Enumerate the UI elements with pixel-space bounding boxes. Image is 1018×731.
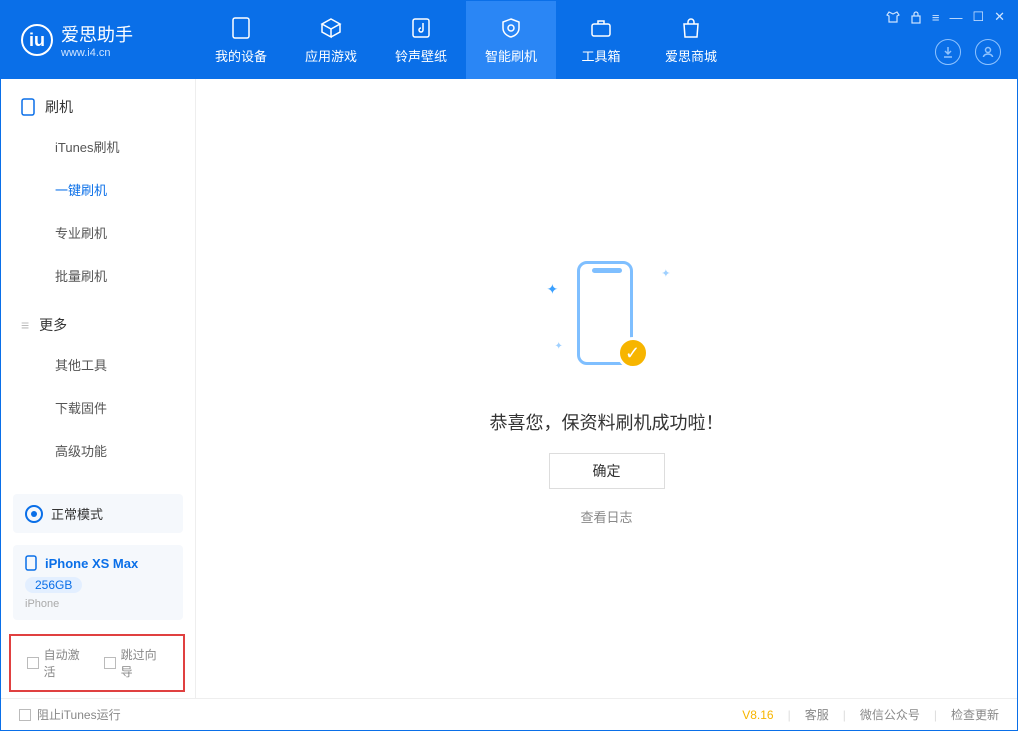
mode-icon bbox=[25, 505, 43, 523]
nav-label: 工具箱 bbox=[581, 46, 620, 65]
sidebar-item-advanced[interactable]: 高级功能 bbox=[1, 429, 195, 472]
ok-button[interactable]: 确定 bbox=[549, 453, 665, 489]
device-box[interactable]: iPhone XS Max 256GB iPhone bbox=[13, 545, 183, 620]
device-type: iPhone bbox=[25, 598, 171, 610]
sidebar-section-more: ≡ 更多 bbox=[1, 297, 195, 343]
sparkle-icon: ✦ bbox=[555, 341, 563, 352]
window-controls: ≡ — ☐ ✕ bbox=[886, 9, 1005, 25]
mode-label: 正常模式 bbox=[51, 504, 103, 523]
mode-box[interactable]: 正常模式 bbox=[13, 494, 183, 533]
device-icon bbox=[25, 555, 37, 571]
nav-label: 爱思商城 bbox=[665, 46, 717, 65]
app-window: iu 爱思助手 www.i4.cn 我的设备 应用游戏 铃声壁纸 智能刷机 bbox=[0, 0, 1018, 731]
checkbox-icon bbox=[27, 657, 39, 669]
sidebar-item-other-tools[interactable]: 其他工具 bbox=[1, 343, 195, 386]
minimize-button[interactable]: — bbox=[949, 10, 962, 25]
sparkle-icon: ✦ bbox=[661, 267, 670, 280]
sidebar-item-one-click-flash[interactable]: 一键刷机 bbox=[1, 168, 195, 211]
sidebar: 刷机 iTunes刷机 一键刷机 专业刷机 批量刷机 ≡ 更多 其他工具 下载固… bbox=[1, 79, 196, 698]
options-row: 自动激活 跳过向导 bbox=[9, 634, 185, 692]
body: 刷机 iTunes刷机 一键刷机 专业刷机 批量刷机 ≡ 更多 其他工具 下载固… bbox=[1, 79, 1017, 698]
maximize-button[interactable]: ☐ bbox=[972, 9, 984, 25]
checkbox-label: 自动激活 bbox=[44, 646, 90, 680]
shield-icon bbox=[499, 16, 523, 40]
device-icon bbox=[229, 16, 253, 40]
nav-ringtones[interactable]: 铃声壁纸 bbox=[376, 1, 466, 79]
menu-icon[interactable]: ≡ bbox=[932, 10, 940, 25]
close-button[interactable]: ✕ bbox=[994, 9, 1005, 25]
view-log-link[interactable]: 查看日志 bbox=[580, 507, 632, 526]
logo-icon: iu bbox=[21, 24, 53, 56]
toolbox-icon bbox=[589, 16, 613, 40]
nav-label: 应用游戏 bbox=[305, 46, 357, 65]
top-nav: 我的设备 应用游戏 铃声壁纸 智能刷机 工具箱 爱思商城 bbox=[196, 1, 736, 79]
wechat-link[interactable]: 微信公众号 bbox=[860, 706, 920, 723]
skip-guide-checkbox[interactable]: 跳过向导 bbox=[104, 646, 167, 680]
header: iu 爱思助手 www.i4.cn 我的设备 应用游戏 铃声壁纸 智能刷机 bbox=[1, 1, 1017, 79]
checkbox-icon bbox=[19, 709, 31, 721]
checkbox-label: 阻止iTunes运行 bbox=[37, 706, 121, 723]
separator: | bbox=[788, 708, 791, 722]
success-message: 恭喜您，保资料刷机成功啦！ bbox=[490, 409, 724, 435]
success-illustration: ✦ ✦ ✦ ✓ bbox=[537, 251, 677, 391]
nav-label: 我的设备 bbox=[215, 46, 267, 65]
app-url: www.i4.cn bbox=[61, 47, 133, 59]
nav-smart-flash[interactable]: 智能刷机 bbox=[466, 1, 556, 79]
footer-right: V8.16 | 客服 | 微信公众号 | 检查更新 bbox=[742, 706, 999, 723]
main-content: ✦ ✦ ✦ ✓ 恭喜您，保资料刷机成功啦！ 确定 查看日志 bbox=[196, 79, 1017, 698]
nav-apps-games[interactable]: 应用游戏 bbox=[286, 1, 376, 79]
sidebar-item-pro-flash[interactable]: 专业刷机 bbox=[1, 211, 195, 254]
music-icon bbox=[409, 16, 433, 40]
device-name: iPhone XS Max bbox=[45, 556, 138, 571]
nav-toolbox[interactable]: 工具箱 bbox=[556, 1, 646, 79]
separator: | bbox=[934, 708, 937, 722]
checkbox-label: 跳过向导 bbox=[121, 646, 167, 680]
sidebar-item-itunes-flash[interactable]: iTunes刷机 bbox=[1, 125, 195, 168]
cube-icon bbox=[319, 16, 343, 40]
block-itunes-checkbox[interactable]: 阻止iTunes运行 bbox=[19, 706, 121, 723]
section-label: 刷机 bbox=[45, 97, 73, 117]
check-update-link[interactable]: 检查更新 bbox=[951, 706, 999, 723]
shirt-icon[interactable] bbox=[886, 10, 900, 24]
sparkle-icon: ✦ bbox=[547, 281, 559, 298]
check-badge-icon: ✓ bbox=[617, 337, 649, 369]
nav-label: 智能刷机 bbox=[485, 46, 537, 65]
logo-text: 爱思助手 www.i4.cn bbox=[61, 21, 133, 59]
device-title: iPhone XS Max bbox=[25, 555, 171, 571]
header-action-icons bbox=[935, 39, 1001, 65]
sidebar-item-download-fw[interactable]: 下载固件 bbox=[1, 386, 195, 429]
nav-my-device[interactable]: 我的设备 bbox=[196, 1, 286, 79]
bag-icon bbox=[679, 16, 703, 40]
nav-label: 铃声壁纸 bbox=[395, 46, 447, 65]
list-icon: ≡ bbox=[21, 317, 29, 333]
user-icon[interactable] bbox=[975, 39, 1001, 65]
footer: 阻止iTunes运行 V8.16 | 客服 | 微信公众号 | 检查更新 bbox=[1, 698, 1017, 730]
sidebar-item-batch-flash[interactable]: 批量刷机 bbox=[1, 254, 195, 297]
sidebar-section-flash: 刷机 bbox=[1, 79, 195, 125]
phone-icon bbox=[21, 98, 35, 116]
auto-activate-checkbox[interactable]: 自动激活 bbox=[27, 646, 90, 680]
separator: | bbox=[843, 708, 846, 722]
support-link[interactable]: 客服 bbox=[805, 706, 829, 723]
download-icon[interactable] bbox=[935, 39, 961, 65]
lock-icon[interactable] bbox=[910, 10, 922, 24]
section-label: 更多 bbox=[39, 315, 67, 335]
nav-store[interactable]: 爱思商城 bbox=[646, 1, 736, 79]
logo-area: iu 爱思助手 www.i4.cn bbox=[1, 21, 196, 59]
device-capacity: 256GB bbox=[25, 577, 82, 593]
app-title: 爱思助手 bbox=[61, 21, 133, 47]
checkbox-icon bbox=[104, 657, 116, 669]
version-label: V8.16 bbox=[742, 708, 773, 722]
